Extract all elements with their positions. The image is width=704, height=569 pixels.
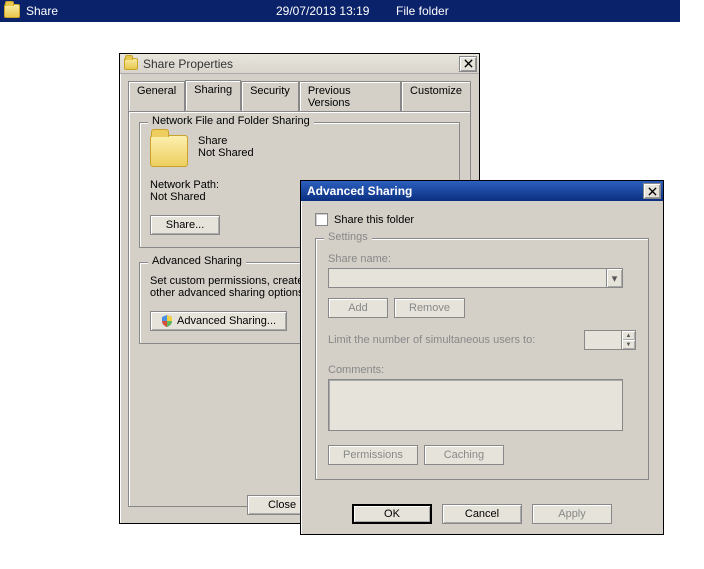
tab-general[interactable]: General	[128, 81, 185, 112]
advanced-sharing-dialog: Advanced Sharing Share this folder Setti…	[300, 180, 664, 535]
remove-button[interactable]: Remove	[394, 298, 465, 318]
ok-button[interactable]: OK	[352, 504, 432, 524]
share-name-text: Share	[198, 135, 254, 147]
add-button[interactable]: Add	[328, 298, 388, 318]
chevron-down-icon[interactable]: ▾	[606, 269, 622, 287]
comments-textarea[interactable]	[328, 379, 623, 431]
share-button[interactable]: Share...	[150, 215, 220, 235]
share-status-text: Not Shared	[198, 147, 254, 159]
tabs: General Sharing Security Previous Versio…	[120, 74, 479, 111]
folder-icon	[4, 4, 20, 18]
tab-customize[interactable]: Customize	[401, 81, 471, 112]
window-title: Share Properties	[143, 57, 459, 71]
share-name-label: Share name:	[328, 253, 636, 265]
close-icon[interactable]	[643, 183, 661, 199]
dialog-buttons: OK Cancel Apply	[301, 494, 663, 536]
group-title: Advanced Sharing	[148, 255, 246, 267]
limit-input[interactable]	[585, 331, 621, 349]
shield-icon	[161, 315, 173, 327]
window-title: Advanced Sharing	[307, 184, 643, 198]
comments-label: Comments:	[328, 364, 636, 376]
share-this-folder-row[interactable]: Share this folder	[315, 213, 649, 226]
limit-label: Limit the number of simultaneous users t…	[328, 334, 535, 346]
limit-spinner[interactable]: ▲ ▼	[584, 330, 636, 350]
group-title: Settings	[324, 231, 372, 243]
row-name: Share	[26, 4, 276, 18]
folder-icon	[124, 58, 138, 70]
row-type: File folder	[396, 4, 449, 18]
group-settings: Settings Share name: ▾ Add Remove Limit …	[315, 238, 649, 480]
share-name-combo[interactable]: ▾	[328, 268, 623, 288]
tab-previous-versions[interactable]: Previous Versions	[299, 81, 401, 112]
titlebar[interactable]: Advanced Sharing	[301, 181, 663, 201]
advanced-sharing-button[interactable]: Advanced Sharing...	[150, 311, 287, 331]
close-icon[interactable]	[459, 56, 477, 72]
spin-up-icon[interactable]: ▲	[621, 331, 635, 340]
folder-icon	[150, 135, 188, 167]
permissions-button[interactable]: Permissions	[328, 445, 418, 465]
group-title: Network File and Folder Sharing	[148, 115, 314, 127]
share-this-folder-checkbox[interactable]	[315, 213, 328, 226]
cancel-button[interactable]: Cancel	[442, 504, 522, 524]
tab-sharing[interactable]: Sharing	[185, 80, 241, 111]
share-this-folder-label: Share this folder	[334, 214, 414, 226]
titlebar[interactable]: Share Properties	[120, 54, 479, 74]
caching-button[interactable]: Caching	[424, 445, 504, 465]
apply-button[interactable]: Apply	[532, 504, 612, 524]
spin-down-icon[interactable]: ▼	[621, 340, 635, 349]
share-name-input[interactable]	[329, 269, 606, 287]
advanced-sharing-button-label: Advanced Sharing...	[177, 315, 276, 327]
tab-security[interactable]: Security	[241, 81, 299, 112]
row-date: 29/07/2013 13:19	[276, 4, 396, 18]
explorer-row[interactable]: Share 29/07/2013 13:19 File folder	[0, 0, 680, 22]
